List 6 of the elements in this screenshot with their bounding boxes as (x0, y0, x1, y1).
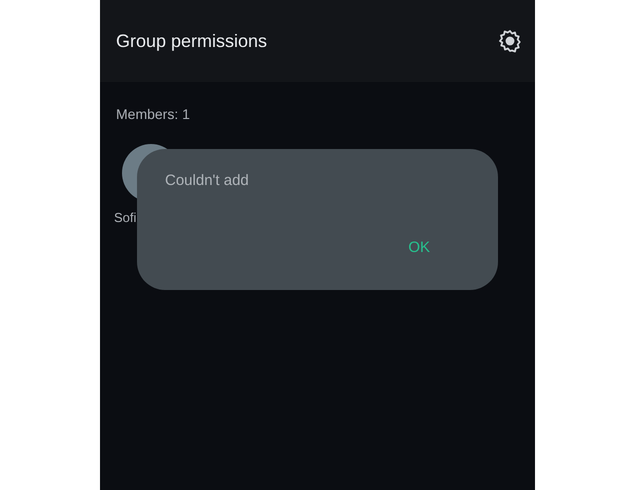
dialog-message: Couldn't add (165, 172, 250, 189)
members-count: Members: 1 (116, 106, 191, 122)
settings-icon[interactable] (498, 29, 522, 53)
screen-title: Group permissions (116, 30, 268, 52)
ok-button[interactable]: OK (400, 235, 470, 260)
member-name: Sofi (114, 210, 136, 225)
